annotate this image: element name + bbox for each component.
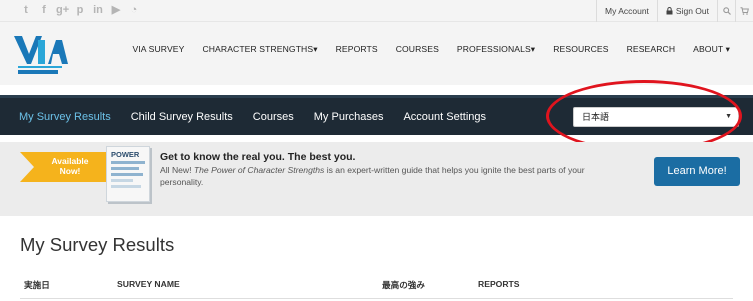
main-navigation: VIA SURVEY CHARACTER STRENGTHS▾ REPORTS … bbox=[123, 44, 739, 55]
nav-research[interactable]: RESEARCH bbox=[618, 44, 685, 55]
tab-account-settings[interactable]: Account Settings bbox=[403, 111, 486, 123]
tab-my-survey-results[interactable]: My Survey Results bbox=[19, 111, 111, 123]
utility-links: My Account Sign Out bbox=[595, 0, 753, 22]
youtube-icon[interactable]: ▶ bbox=[110, 4, 122, 16]
promo-heading: Get to know the real you. The best you. bbox=[160, 151, 356, 163]
site-header: VIA SURVEY CHARACTER STRENGTHS▾ REPORTS … bbox=[0, 22, 753, 85]
rss-icon[interactable]: ◔ bbox=[128, 4, 140, 16]
promo-description: All New! The Power of Character Strength… bbox=[160, 164, 630, 188]
learn-more-button[interactable]: Learn More! bbox=[654, 157, 740, 186]
promo-banner: Available Now! POWER Get to know the rea… bbox=[0, 142, 753, 216]
promo-body-prefix: All New! bbox=[160, 165, 194, 175]
cart-icon bbox=[740, 7, 749, 15]
results-table-header: 実施日 SURVEY NAME 最高の強み REPORTS bbox=[20, 279, 733, 299]
nav-reports[interactable]: REPORTS bbox=[327, 44, 387, 55]
nav-about[interactable]: ABOUT ▾ bbox=[684, 44, 739, 55]
account-subnav: My Survey Results Child Survey Results C… bbox=[19, 98, 486, 135]
tab-child-survey-results[interactable]: Child Survey Results bbox=[131, 111, 233, 123]
nav-character-strengths[interactable]: CHARACTER STRENGTHS▾ bbox=[193, 44, 326, 55]
social-links: t f g+ p in ▶ ◔ bbox=[20, 4, 140, 16]
facebook-icon[interactable]: f bbox=[38, 4, 50, 16]
twitter-icon[interactable]: t bbox=[20, 4, 32, 16]
column-header-reports: REPORTS bbox=[478, 279, 520, 289]
tab-my-purchases[interactable]: My Purchases bbox=[314, 111, 384, 123]
book-cover-image: POWER bbox=[106, 146, 150, 202]
promo-book-title: The Power of Character Strengths bbox=[193, 165, 325, 175]
nav-resources[interactable]: RESOURCES bbox=[544, 44, 617, 55]
tab-courses[interactable]: Courses bbox=[253, 111, 294, 123]
my-account-link[interactable]: My Account bbox=[595, 0, 657, 22]
search-button[interactable] bbox=[717, 0, 735, 22]
sign-out-link[interactable]: Sign Out bbox=[656, 0, 717, 22]
ribbon-label: Available Now! bbox=[51, 156, 89, 176]
google-plus-icon[interactable]: g+ bbox=[56, 4, 69, 16]
pinterest-icon[interactable]: p bbox=[74, 4, 86, 16]
column-header-date: 実施日 bbox=[24, 280, 50, 290]
page-title: My Survey Results bbox=[20, 234, 175, 255]
top-utility-bar: t f g+ p in ▶ ◔ My Account Sign Out bbox=[0, 0, 753, 22]
via-character-logo[interactable] bbox=[12, 30, 68, 76]
column-header-top-strength: 最高の強み bbox=[382, 280, 425, 290]
linkedin-icon[interactable]: in bbox=[92, 4, 104, 16]
nav-professionals[interactable]: PROFESSIONALS▾ bbox=[448, 44, 544, 55]
sign-out-label: Sign Out bbox=[675, 6, 709, 16]
cart-button[interactable] bbox=[735, 0, 753, 22]
column-header-survey-name: SURVEY NAME bbox=[117, 279, 180, 289]
nav-via-survey[interactable]: VIA SURVEY bbox=[123, 44, 193, 55]
lock-icon bbox=[666, 7, 673, 15]
nav-courses[interactable]: COURSES bbox=[387, 44, 448, 55]
search-icon bbox=[722, 7, 731, 15]
